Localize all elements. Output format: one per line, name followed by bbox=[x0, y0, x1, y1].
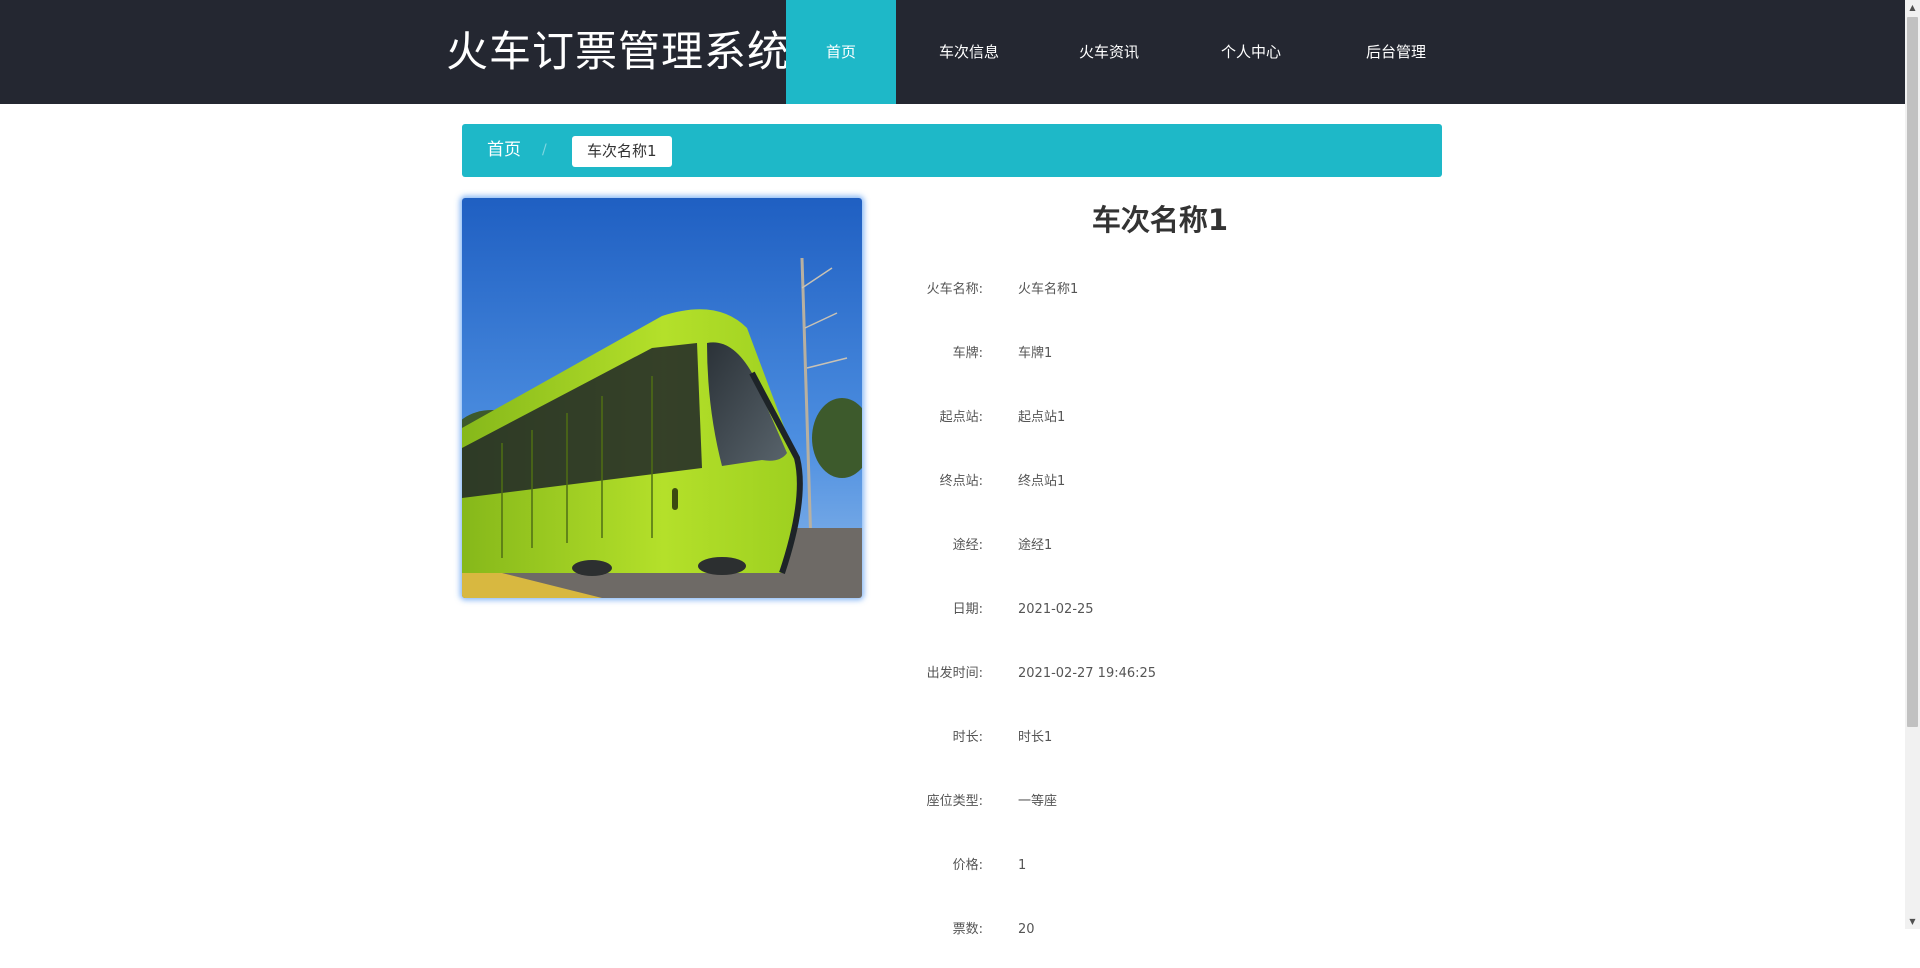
field-value: 起点站1 bbox=[1018, 410, 1066, 425]
field-label: 终点站: bbox=[939, 474, 983, 489]
field-row-ticket-count: 票数: 20 bbox=[900, 904, 1440, 968]
field-row-plate: 车牌: 车牌1 bbox=[900, 328, 1440, 392]
field-value: 20 bbox=[1018, 922, 1035, 937]
field-label: 时长: bbox=[952, 730, 983, 745]
field-value: 时长1 bbox=[1018, 730, 1053, 745]
field-label: 起点站: bbox=[939, 410, 983, 425]
detail-fields: 火车名称: 火车名称1 车牌: 车牌1 起点站: 起点站1 终点站: 终点站1 … bbox=[900, 264, 1440, 968]
page-scrollbar[interactable]: ▲ ▼ bbox=[1905, 0, 1920, 929]
field-row-train-name: 火车名称: 火车名称1 bbox=[900, 264, 1440, 328]
field-row-via: 途经: 途经1 bbox=[900, 520, 1440, 584]
nav-item-admin[interactable]: 后台管理 bbox=[1326, 0, 1466, 104]
field-label: 火车名称: bbox=[926, 282, 983, 297]
breadcrumb-separator: / bbox=[542, 142, 547, 158]
train-photo bbox=[462, 198, 862, 598]
field-value: 终点站1 bbox=[1018, 474, 1066, 489]
train-detail-title: 车次名称1 bbox=[1091, 203, 1229, 237]
field-row-date: 日期: 2021-02-25 bbox=[900, 584, 1440, 648]
field-row-duration: 时长: 时长1 bbox=[900, 712, 1440, 776]
scroll-down-arrow-icon[interactable]: ▼ bbox=[1905, 914, 1920, 929]
nav-item-train-news[interactable]: 火车资讯 bbox=[1042, 0, 1176, 104]
field-label: 车牌: bbox=[952, 346, 983, 361]
scroll-up-arrow-icon[interactable]: ▲ bbox=[1905, 0, 1920, 15]
breadcrumb: 首页 / 车次名称1 bbox=[462, 124, 1442, 177]
breadcrumb-home-link[interactable]: 首页 bbox=[487, 124, 521, 177]
field-row-seat-type: 座位类型: 一等座 bbox=[900, 776, 1440, 840]
field-value: 1 bbox=[1018, 858, 1027, 873]
nav-item-user-center[interactable]: 个人中心 bbox=[1176, 0, 1326, 104]
nav-item-train-info[interactable]: 车次信息 bbox=[896, 0, 1042, 104]
field-label: 座位类型: bbox=[926, 794, 983, 809]
scrollbar-thumb[interactable] bbox=[1907, 17, 1918, 727]
field-row-destination: 终点站: 终点站1 bbox=[900, 456, 1440, 520]
breadcrumb-current: 车次名称1 bbox=[572, 136, 672, 167]
field-label: 票数: bbox=[952, 922, 983, 937]
field-label: 日期: bbox=[952, 602, 983, 617]
site-logo[interactable]: 火车订票管理系统 bbox=[446, 26, 790, 78]
field-value: 2021-02-27 19:46:25 bbox=[1018, 666, 1157, 681]
field-value: 2021-02-25 bbox=[1018, 602, 1094, 617]
top-navbar: 火车订票管理系统 首页 车次信息 火车资讯 个人中心 后台管理 bbox=[0, 0, 1905, 104]
field-label: 价格: bbox=[952, 858, 983, 873]
field-value: 一等座 bbox=[1018, 794, 1058, 809]
field-row-origin: 起点站: 起点站1 bbox=[900, 392, 1440, 456]
field-row-price: 价格: 1 bbox=[900, 840, 1440, 904]
field-label: 途经: bbox=[952, 538, 983, 553]
field-value: 途经1 bbox=[1018, 538, 1053, 553]
field-label: 出发时间: bbox=[926, 666, 983, 681]
field-value: 车牌1 bbox=[1018, 346, 1053, 361]
nav-item-home[interactable]: 首页 bbox=[786, 0, 896, 104]
main-nav: 首页 车次信息 火车资讯 个人中心 后台管理 bbox=[786, 0, 1466, 104]
field-value: 火车名称1 bbox=[1018, 282, 1079, 297]
field-row-departure-time: 出发时间: 2021-02-27 19:46:25 bbox=[900, 648, 1440, 712]
